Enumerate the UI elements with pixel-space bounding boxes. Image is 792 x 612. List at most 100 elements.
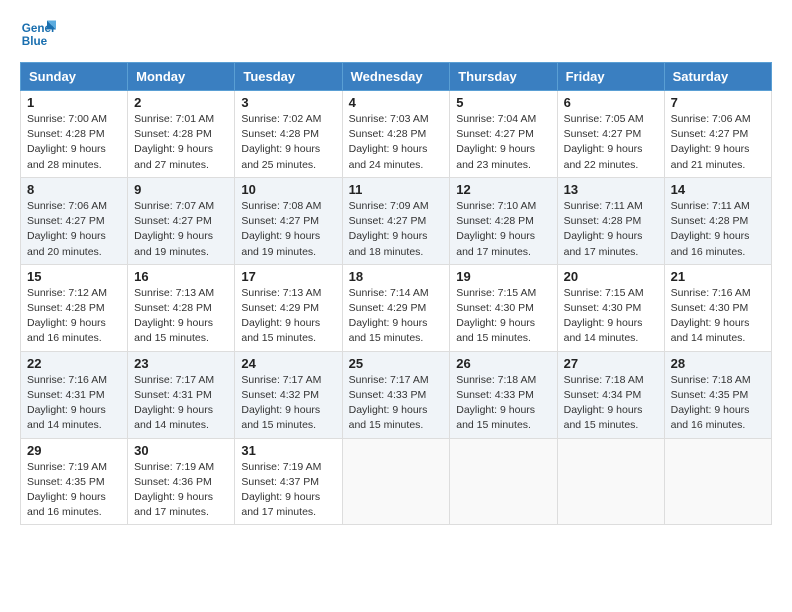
sunrise-label: Sunrise: 7:13 AM	[241, 287, 321, 299]
day-info: Sunrise: 7:04 AM Sunset: 4:27 PM Dayligh…	[456, 112, 550, 173]
calendar-header: SundayMondayTuesdayWednesdayThursdayFrid…	[21, 63, 772, 91]
daylight-label: Daylight: 9 hours and 15 minutes.	[241, 317, 320, 344]
daylight-label: Daylight: 9 hours and 15 minutes.	[349, 317, 428, 344]
day-header-friday: Friday	[557, 63, 664, 91]
sunset-label: Sunset: 4:30 PM	[564, 302, 642, 314]
calendar-cell: 27 Sunrise: 7:18 AM Sunset: 4:34 PM Dayl…	[557, 351, 664, 438]
daylight-label: Daylight: 9 hours and 15 minutes.	[456, 317, 535, 344]
day-number: 31	[241, 443, 335, 458]
day-number: 9	[134, 182, 228, 197]
calendar-cell: 6 Sunrise: 7:05 AM Sunset: 4:27 PM Dayli…	[557, 91, 664, 178]
daylight-label: Daylight: 9 hours and 21 minutes.	[671, 143, 750, 170]
logo: General Blue	[20, 16, 56, 52]
calendar-cell: 14 Sunrise: 7:11 AM Sunset: 4:28 PM Dayl…	[664, 177, 771, 264]
day-number: 24	[241, 356, 335, 371]
sunset-label: Sunset: 4:27 PM	[349, 215, 427, 227]
day-info: Sunrise: 7:13 AM Sunset: 4:29 PM Dayligh…	[241, 286, 335, 347]
page-header: General Blue	[20, 16, 772, 52]
day-info: Sunrise: 7:18 AM Sunset: 4:33 PM Dayligh…	[456, 373, 550, 434]
sunset-label: Sunset: 4:32 PM	[241, 389, 319, 401]
day-header-sunday: Sunday	[21, 63, 128, 91]
daylight-label: Daylight: 9 hours and 16 minutes.	[671, 404, 750, 431]
calendar-cell	[342, 438, 450, 525]
day-number: 5	[456, 95, 550, 110]
calendar-cell	[450, 438, 557, 525]
daylight-label: Daylight: 9 hours and 15 minutes.	[564, 404, 643, 431]
sunrise-label: Sunrise: 7:17 AM	[349, 374, 429, 386]
day-info: Sunrise: 7:16 AM Sunset: 4:31 PM Dayligh…	[27, 373, 121, 434]
day-number: 14	[671, 182, 765, 197]
sunset-label: Sunset: 4:35 PM	[27, 476, 105, 488]
day-info: Sunrise: 7:16 AM Sunset: 4:30 PM Dayligh…	[671, 286, 765, 347]
sunset-label: Sunset: 4:28 PM	[564, 215, 642, 227]
daylight-label: Daylight: 9 hours and 24 minutes.	[349, 143, 428, 170]
daylight-label: Daylight: 9 hours and 14 minutes.	[671, 317, 750, 344]
day-number: 28	[671, 356, 765, 371]
day-header-tuesday: Tuesday	[235, 63, 342, 91]
calendar-cell: 10 Sunrise: 7:08 AM Sunset: 4:27 PM Dayl…	[235, 177, 342, 264]
calendar-cell: 22 Sunrise: 7:16 AM Sunset: 4:31 PM Dayl…	[21, 351, 128, 438]
day-header-monday: Monday	[128, 63, 235, 91]
calendar-cell: 16 Sunrise: 7:13 AM Sunset: 4:28 PM Dayl…	[128, 264, 235, 351]
sunrise-label: Sunrise: 7:12 AM	[27, 287, 107, 299]
day-info: Sunrise: 7:00 AM Sunset: 4:28 PM Dayligh…	[27, 112, 121, 173]
day-number: 13	[564, 182, 658, 197]
day-info: Sunrise: 7:14 AM Sunset: 4:29 PM Dayligh…	[349, 286, 444, 347]
day-info: Sunrise: 7:18 AM Sunset: 4:35 PM Dayligh…	[671, 373, 765, 434]
calendar-week-4: 22 Sunrise: 7:16 AM Sunset: 4:31 PM Dayl…	[21, 351, 772, 438]
sunset-label: Sunset: 4:28 PM	[134, 302, 212, 314]
calendar-cell: 31 Sunrise: 7:19 AM Sunset: 4:37 PM Dayl…	[235, 438, 342, 525]
day-number: 3	[241, 95, 335, 110]
calendar-cell	[664, 438, 771, 525]
sunset-label: Sunset: 4:29 PM	[241, 302, 319, 314]
day-number: 6	[564, 95, 658, 110]
sunset-label: Sunset: 4:28 PM	[349, 128, 427, 140]
sunset-label: Sunset: 4:27 PM	[241, 215, 319, 227]
daylight-label: Daylight: 9 hours and 17 minutes.	[456, 230, 535, 257]
day-info: Sunrise: 7:18 AM Sunset: 4:34 PM Dayligh…	[564, 373, 658, 434]
day-info: Sunrise: 7:15 AM Sunset: 4:30 PM Dayligh…	[456, 286, 550, 347]
daylight-label: Daylight: 9 hours and 18 minutes.	[349, 230, 428, 257]
day-info: Sunrise: 7:19 AM Sunset: 4:36 PM Dayligh…	[134, 460, 228, 521]
calendar-cell: 7 Sunrise: 7:06 AM Sunset: 4:27 PM Dayli…	[664, 91, 771, 178]
day-number: 16	[134, 269, 228, 284]
day-number: 1	[27, 95, 121, 110]
day-number: 20	[564, 269, 658, 284]
daylight-label: Daylight: 9 hours and 15 minutes.	[349, 404, 428, 431]
sunset-label: Sunset: 4:29 PM	[349, 302, 427, 314]
calendar-cell: 18 Sunrise: 7:14 AM Sunset: 4:29 PM Dayl…	[342, 264, 450, 351]
sunset-label: Sunset: 4:27 PM	[671, 128, 749, 140]
sunrise-label: Sunrise: 7:04 AM	[456, 113, 536, 125]
day-number: 30	[134, 443, 228, 458]
daylight-label: Daylight: 9 hours and 25 minutes.	[241, 143, 320, 170]
daylight-label: Daylight: 9 hours and 17 minutes.	[564, 230, 643, 257]
daylight-label: Daylight: 9 hours and 14 minutes.	[564, 317, 643, 344]
sunset-label: Sunset: 4:31 PM	[134, 389, 212, 401]
sunrise-label: Sunrise: 7:09 AM	[349, 200, 429, 212]
day-info: Sunrise: 7:09 AM Sunset: 4:27 PM Dayligh…	[349, 199, 444, 260]
day-info: Sunrise: 7:19 AM Sunset: 4:35 PM Dayligh…	[27, 460, 121, 521]
day-info: Sunrise: 7:07 AM Sunset: 4:27 PM Dayligh…	[134, 199, 228, 260]
sunrise-label: Sunrise: 7:11 AM	[564, 200, 643, 212]
calendar-cell: 12 Sunrise: 7:10 AM Sunset: 4:28 PM Dayl…	[450, 177, 557, 264]
calendar-cell: 17 Sunrise: 7:13 AM Sunset: 4:29 PM Dayl…	[235, 264, 342, 351]
calendar-cell: 19 Sunrise: 7:15 AM Sunset: 4:30 PM Dayl…	[450, 264, 557, 351]
day-info: Sunrise: 7:01 AM Sunset: 4:28 PM Dayligh…	[134, 112, 228, 173]
daylight-label: Daylight: 9 hours and 16 minutes.	[27, 317, 106, 344]
sunrise-label: Sunrise: 7:17 AM	[134, 374, 214, 386]
day-info: Sunrise: 7:08 AM Sunset: 4:27 PM Dayligh…	[241, 199, 335, 260]
daylight-label: Daylight: 9 hours and 15 minutes.	[456, 404, 535, 431]
day-number: 2	[134, 95, 228, 110]
calendar-week-3: 15 Sunrise: 7:12 AM Sunset: 4:28 PM Dayl…	[21, 264, 772, 351]
day-header-thursday: Thursday	[450, 63, 557, 91]
daylight-label: Daylight: 9 hours and 14 minutes.	[27, 404, 106, 431]
calendar-week-5: 29 Sunrise: 7:19 AM Sunset: 4:35 PM Dayl…	[21, 438, 772, 525]
calendar-cell: 9 Sunrise: 7:07 AM Sunset: 4:27 PM Dayli…	[128, 177, 235, 264]
day-info: Sunrise: 7:03 AM Sunset: 4:28 PM Dayligh…	[349, 112, 444, 173]
day-info: Sunrise: 7:10 AM Sunset: 4:28 PM Dayligh…	[456, 199, 550, 260]
sunset-label: Sunset: 4:28 PM	[456, 215, 534, 227]
day-number: 7	[671, 95, 765, 110]
sunrise-label: Sunrise: 7:19 AM	[241, 461, 321, 473]
sunrise-label: Sunrise: 7:00 AM	[27, 113, 107, 125]
calendar-cell: 25 Sunrise: 7:17 AM Sunset: 4:33 PM Dayl…	[342, 351, 450, 438]
